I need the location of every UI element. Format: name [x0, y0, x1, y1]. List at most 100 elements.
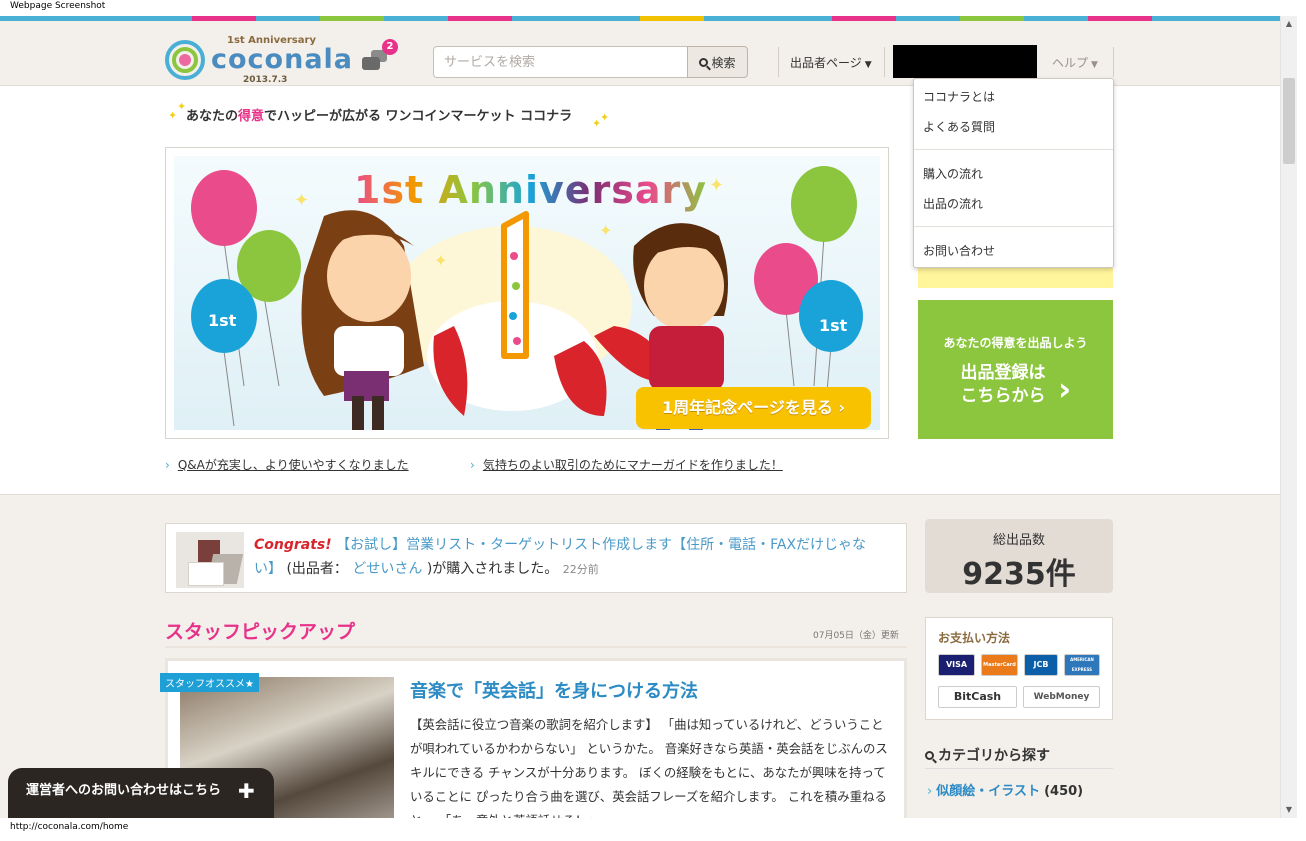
- speech-bubble-back-icon: [362, 57, 380, 70]
- congrats-label: Congrats!: [254, 537, 332, 553]
- staff-pickup-updated: 07月05日（金）更新: [813, 631, 899, 641]
- site-header: 1st Anniversary coconala 2013.7.3 2 検索 出…: [0, 21, 1280, 86]
- payment-methods-box: お支払い方法 VISA MasterCard JCB AMERICAN EXPR…: [925, 617, 1113, 720]
- bitcash-label: BitCash: [953, 690, 1002, 703]
- search-icon: [925, 750, 934, 760]
- amex-icon: AMERICAN EXPRESS: [1064, 654, 1100, 676]
- help-item-sell-flow[interactable]: 出品の流れ: [923, 195, 983, 212]
- seller-link[interactable]: どせいさん: [352, 561, 422, 577]
- category-search-label: カテゴリから探す: [938, 748, 1050, 764]
- sell-register-banner[interactable]: あなたの得意を出品しよう 出品登録は こちらから ›: [918, 300, 1113, 439]
- vertical-scrollbar[interactable]: ▲ ▼: [1280, 16, 1297, 818]
- search-icon: [699, 57, 709, 67]
- webmoney-icon: WebMoney: [1023, 686, 1100, 708]
- news-link-qa-text: Q&Aが充実し、より使いやすくなりました: [177, 458, 409, 472]
- mastercard-label: MasterCard: [983, 662, 1016, 668]
- purchase-suffix: )が購入されました。: [426, 561, 559, 577]
- amex-label: AMERICAN EXPRESS: [1070, 657, 1094, 672]
- staff-recommend-tag: スタッフオススメ★: [160, 673, 259, 692]
- catchphrase-highlight: 得意: [238, 109, 265, 124]
- status-bar: http://coconala.com/home: [0, 818, 1306, 841]
- article-title-link[interactable]: 音楽で「英会話」を身につける方法: [410, 677, 698, 703]
- news-link-manner[interactable]: › 気持ちのよい取引のためにマナーガイドを作りました！: [470, 456, 783, 473]
- user-account-redacted[interactable]: [893, 45, 1037, 78]
- visa-label: VISA: [945, 660, 968, 669]
- logo-date: 2013.7.3: [243, 75, 288, 85]
- messages-badge: 2: [382, 39, 398, 55]
- status-url: http://coconala.com/home: [10, 822, 129, 832]
- mastercard-icon: MasterCard: [981, 654, 1018, 676]
- messages-button[interactable]: 2: [360, 39, 400, 79]
- banner-title: 1st Anniversary: [354, 168, 707, 212]
- service-thumbnail[interactable]: [176, 532, 244, 588]
- star-icon: ✦: [168, 109, 178, 122]
- scroll-up-icon[interactable]: ▲: [1281, 16, 1297, 32]
- seller-prefix: (出品者：: [286, 561, 348, 577]
- total-listings-label: 総出品数: [992, 533, 1045, 548]
- scroll-thumb[interactable]: [1283, 78, 1295, 164]
- help-item-about[interactable]: ココナラとは: [923, 88, 995, 105]
- catchphrase-after: でハッピーが広がる ワンコインマーケット ココナラ: [264, 109, 573, 124]
- contact-operator-button[interactable]: 運営者へのお問い合わせはこちら ✚: [8, 768, 274, 818]
- staff-pick-article: スタッフオススメ★ 音楽で「英会話」を身につける方法 【英会話に役立つ音楽の歌詞…: [160, 658, 907, 818]
- side-banner-yellow[interactable]: [918, 268, 1113, 288]
- news-link-qa[interactable]: › Q&Aが充実し、より使いやすくなりました: [165, 456, 409, 473]
- chevron-right-icon: ›: [470, 458, 475, 472]
- logo-wordmark: coconala: [211, 44, 354, 75]
- catchphrase-before: あなたの: [186, 109, 239, 124]
- help-menu-label: ヘルプ: [1052, 56, 1089, 70]
- window-edge: [1297, 16, 1306, 818]
- caret-down-icon: ▼: [1091, 60, 1098, 70]
- balloon-label: 1st: [819, 316, 848, 335]
- window-title: Webpage Screenshot: [0, 0, 1306, 16]
- anniversary-banner[interactable]: 1st 1st ✦ ✦ ✦ ✦ 1st Anniversary 1周年記念ページ…: [165, 147, 889, 439]
- help-item-faq[interactable]: よくある質問: [923, 118, 995, 135]
- svg-text:✦: ✦: [709, 175, 724, 196]
- total-listings-value: 9235件: [962, 557, 1076, 592]
- help-dropdown-menu: ココナラとは よくある質問 購入の流れ 出品の流れ お問い合わせ: [913, 78, 1114, 268]
- jcb-label: JCB: [1033, 660, 1049, 669]
- catchphrase: ✦ ✦ あなたの得意でハッピーが広がる ワンコインマーケット ココナラ ✦ ✦: [166, 100, 626, 130]
- anniversary-page-button[interactable]: 1周年記念ページを見る ›: [636, 387, 871, 429]
- help-item-buy-flow[interactable]: 購入の流れ: [923, 165, 983, 182]
- book-shape: [188, 562, 224, 586]
- dropdown-divider: [914, 149, 1113, 150]
- section-divider: [165, 646, 907, 648]
- svg-text:✦: ✦: [294, 190, 309, 211]
- jcb-icon: JCB: [1024, 654, 1058, 676]
- search-input[interactable]: [433, 46, 688, 78]
- article-body: 【英会話に役立つ音楽の歌詞を紹介します】 「曲は知っているけれど、どういうことが…: [410, 717, 888, 818]
- seller-page-label: 出品者ページ: [790, 56, 862, 70]
- logo-dot-icon: [179, 54, 191, 66]
- seller-page-menu[interactable]: 出品者ページ ▼: [790, 54, 872, 71]
- help-menu[interactable]: ヘルプ ▼: [1052, 54, 1098, 71]
- category-count: (450): [1044, 784, 1084, 799]
- star-icon: ✦: [177, 100, 187, 113]
- header-divider: [778, 47, 779, 77]
- visa-icon: VISA: [938, 654, 975, 676]
- caret-down-icon: ▼: [864, 60, 872, 70]
- search-button-label: 検索: [711, 55, 736, 70]
- total-listings-box: 総出品数 9235件: [925, 519, 1113, 593]
- news-link-manner-text: 気持ちのよい取引のためにマナーガイドを作りました！: [482, 458, 783, 472]
- svg-text:✦: ✦: [434, 251, 447, 270]
- chevron-right-icon: ›: [927, 784, 933, 799]
- header-divider: [884, 47, 885, 77]
- purchase-message: Congrats! 【お試し】営業リスト・ターゲットリスト作成します【住所・電話…: [254, 533, 894, 582]
- banner-title-text: 1st Anniversary: [354, 168, 708, 212]
- category-name: 似顔絵・イラスト: [936, 784, 1040, 799]
- scroll-down-icon[interactable]: ▼: [1281, 802, 1297, 818]
- dropdown-divider: [914, 226, 1113, 227]
- help-item-contact[interactable]: お問い合わせ: [923, 242, 995, 259]
- search-button[interactable]: 検索: [687, 46, 748, 78]
- coconala-logo[interactable]: 1st Anniversary coconala 2013.7.3: [165, 34, 352, 85]
- staff-pickup-title: スタッフピックアップ: [165, 621, 356, 643]
- purchase-time-ago: 22分前: [562, 563, 599, 576]
- page-viewport: 1st Anniversary coconala 2013.7.3 2 検索 出…: [0, 16, 1280, 818]
- chevron-right-icon: ›: [1058, 370, 1072, 408]
- banner-illustration: 1st 1st ✦ ✦ ✦ ✦ 1st Anniversary 1周年記念ページ…: [174, 156, 880, 430]
- plus-icon: ✚: [238, 779, 255, 803]
- payment-methods-title: お支払い方法: [938, 631, 1011, 645]
- recent-purchase-ticker: Congrats! 【お試し】営業リスト・ターゲットリスト作成します【住所・電話…: [165, 523, 907, 593]
- category-item[interactable]: › 似顔絵・イラスト (450): [927, 780, 1083, 799]
